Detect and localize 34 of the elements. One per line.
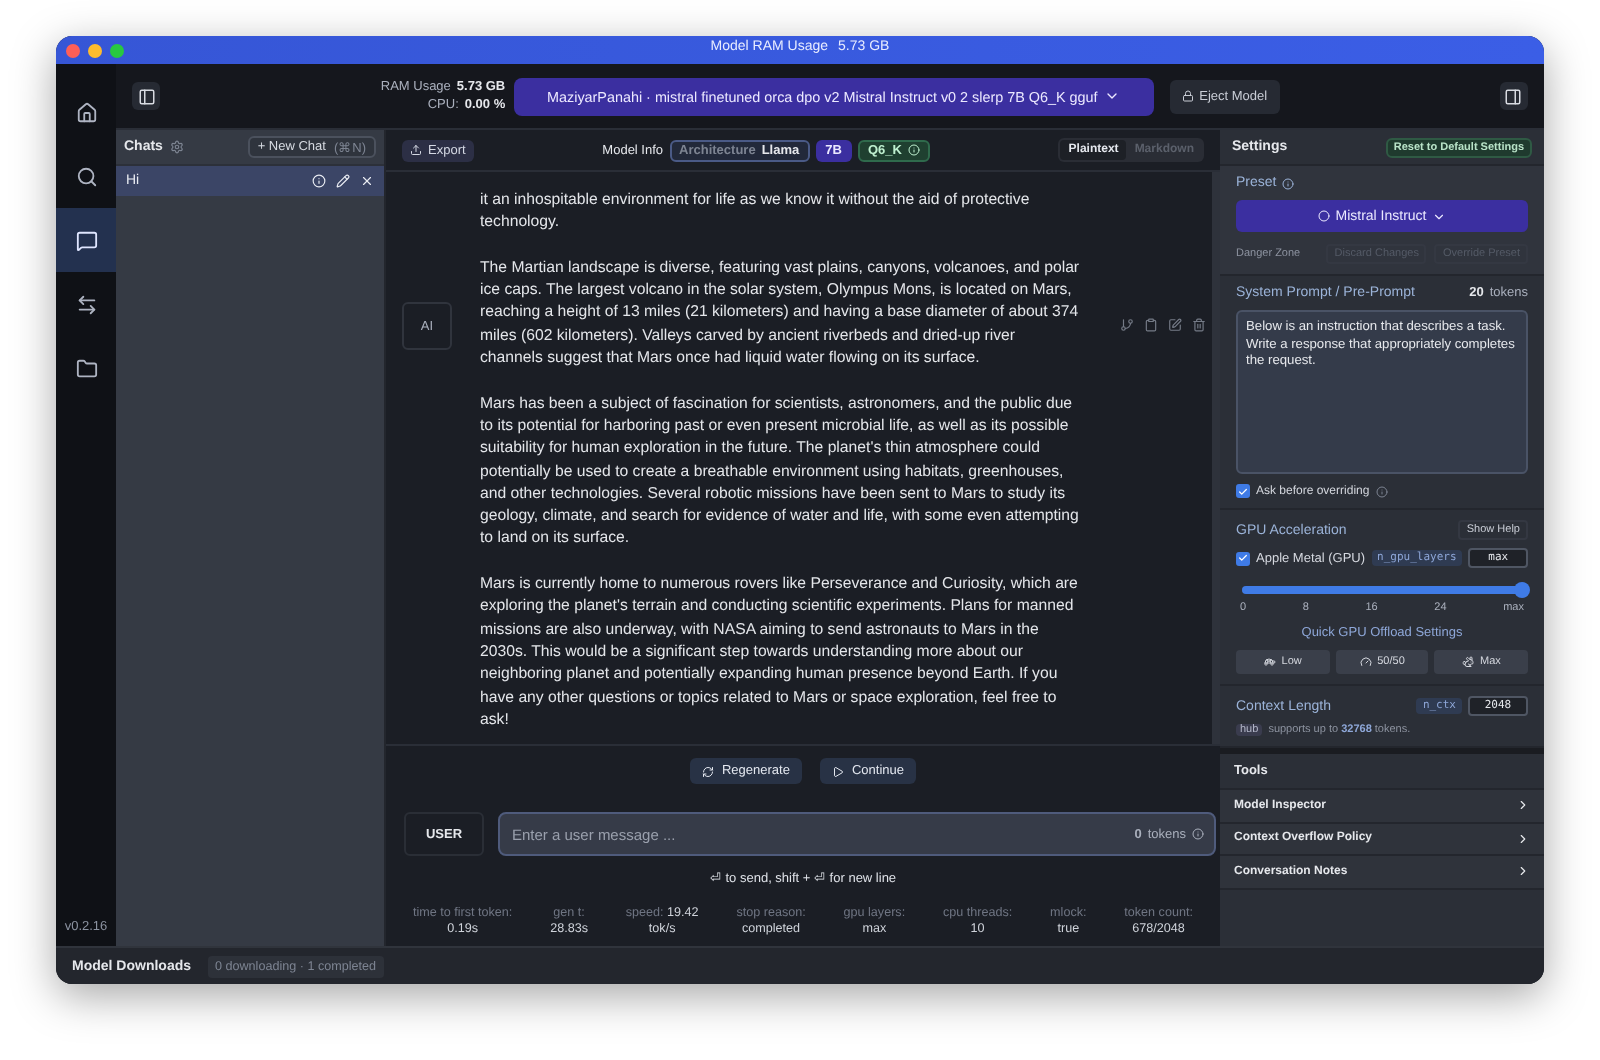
slider-thumb[interactable] (1514, 582, 1530, 598)
settings-icon (170, 140, 185, 154)
lock-icon (1181, 90, 1194, 102)
chat-icon (75, 229, 97, 251)
copy-icon[interactable] (1144, 318, 1158, 332)
checkbox[interactable] (1236, 484, 1250, 498)
regenerate-icon (701, 765, 714, 777)
info-icon (1282, 177, 1295, 189)
close-icon[interactable] (360, 174, 374, 188)
home-icon (75, 101, 97, 123)
info-icon (907, 144, 920, 156)
checkbox[interactable] (1236, 551, 1250, 565)
chat-nav-button[interactable] (56, 208, 116, 272)
sidebar-toggle[interactable] (132, 82, 160, 110)
circle-icon (1317, 210, 1330, 222)
chevron-right-icon (1516, 798, 1530, 813)
trash-icon[interactable] (1192, 318, 1206, 332)
chevron-right-icon (1516, 831, 1530, 846)
minimize-button[interactable] (88, 43, 102, 57)
arrows-icon (75, 293, 97, 315)
chevron-down-icon (1103, 88, 1120, 104)
info-icon (1375, 485, 1388, 497)
panel-toggle[interactable] (1499, 82, 1528, 110)
upload-icon (410, 144, 422, 156)
branch-icon[interactable] (1120, 318, 1134, 332)
folder-icon (75, 357, 97, 379)
zoom-button[interactable] (110, 43, 124, 57)
chevron-down-icon (1432, 209, 1447, 223)
info-icon (312, 174, 326, 188)
chevron-right-icon (1516, 864, 1530, 879)
edit-icon[interactable] (1168, 318, 1182, 332)
info-icon (1192, 828, 1204, 840)
continue-icon (831, 765, 844, 777)
search-icon (75, 165, 97, 187)
